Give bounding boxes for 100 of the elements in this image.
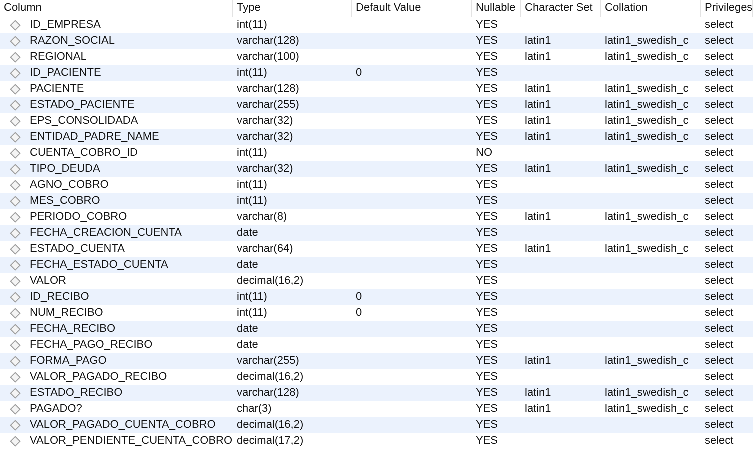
table-cell: int(11) [237, 306, 268, 319]
column-name: VALOR_PAGADO_RECIBO [30, 370, 168, 385]
table-cell: select [705, 98, 734, 111]
table-cell: 0 [356, 290, 362, 303]
table-cell: latin1_swedish_c [605, 354, 689, 367]
column-diamond-icon [10, 68, 21, 78]
table-cell: latin1 [525, 162, 552, 175]
table-cell: varchar(100) [237, 50, 300, 63]
column-name: PACIENTE [30, 82, 84, 97]
column-name: EPS_CONSOLIDADA [30, 114, 138, 129]
table-cell: select [705, 66, 734, 79]
table-cell: int(11) [237, 290, 268, 303]
table-cell: latin1 [525, 386, 552, 399]
column-diamond-icon [10, 116, 21, 126]
column-name: NUM_RECIBO [30, 306, 104, 321]
column-header[interactable]: Collation [605, 0, 648, 17]
table-cell: select [705, 290, 734, 303]
column-diamond-icon [10, 308, 21, 318]
column-name: ESTADO_RECIBO [30, 386, 123, 401]
column-diamond-icon [10, 388, 21, 398]
column-name: TIPO_DEUDA [30, 162, 100, 177]
column-header[interactable]: Default Value [356, 0, 422, 17]
table-cell: latin1 [525, 354, 552, 367]
column-diamond-icon [10, 372, 21, 382]
table-cell: latin1_swedish_c [605, 162, 689, 175]
table-cell: date [237, 322, 258, 335]
table-cell: latin1_swedish_c [605, 50, 689, 63]
column-diamond-icon [10, 436, 21, 446]
table-cell: select [705, 354, 734, 367]
column-header[interactable]: Nullable [476, 0, 516, 17]
table-cell: select [705, 114, 734, 127]
table-cell: select [705, 162, 734, 175]
table-cell: YES [476, 226, 498, 239]
table-cell: select [705, 18, 734, 31]
column-diamond-icon [10, 84, 21, 94]
table-cell: YES [476, 290, 498, 303]
column-name: ESTADO_CUENTA [30, 242, 125, 257]
table-cell: select [705, 402, 734, 415]
column-header[interactable]: Character Set [525, 0, 593, 17]
column-name: CUENTA_COBRO_ID [30, 146, 138, 161]
column-diamond-icon [10, 340, 21, 350]
table-cell: YES [476, 98, 498, 111]
table-cell: select [705, 50, 734, 63]
table-cell: NO [476, 146, 492, 159]
column-name: FECHA_PAGO_RECIBO [30, 338, 153, 353]
column-name: ID_EMPRESA [30, 18, 101, 33]
column-name: FECHA_ESTADO_CUENTA [30, 258, 168, 273]
table-cell: varchar(128) [237, 34, 300, 47]
table-cell: int(11) [237, 146, 268, 159]
table-cell: select [705, 146, 734, 159]
table-cell: latin1 [525, 114, 552, 127]
table-cell: select [705, 130, 734, 143]
column-name: ID_RECIBO [30, 290, 90, 305]
table-cell: latin1_swedish_c [605, 386, 689, 399]
table-cell: select [705, 82, 734, 95]
table-cell: YES [476, 194, 498, 207]
column-header[interactable]: Column [4, 0, 42, 17]
column-diamond-icon [10, 180, 21, 190]
table-cell: 0 [356, 306, 362, 319]
table-cell: decimal(16,2) [237, 274, 304, 287]
table-cell: varchar(255) [237, 98, 300, 111]
table-cell: select [705, 258, 734, 271]
column-name: RAZON_SOCIAL [30, 34, 115, 49]
table-cell: varchar(128) [237, 82, 300, 95]
column-name: VALOR_PENDIENTE_CUENTA_COBRO [30, 434, 233, 449]
column-header[interactable]: Privileges [705, 0, 752, 17]
column-name: ESTADO_PACIENTE [30, 98, 135, 113]
table-cell: date [237, 338, 258, 351]
table-cell: YES [476, 322, 498, 335]
table-cell: YES [476, 338, 498, 351]
column-diamond-icon [10, 276, 21, 286]
column-diamond-icon [10, 164, 21, 174]
table-cell: YES [476, 274, 498, 287]
table-cell: latin1_swedish_c [605, 98, 689, 111]
table-cell: latin1 [525, 34, 552, 47]
table-cell: YES [476, 34, 498, 47]
column-name: AGNO_COBRO [30, 178, 109, 193]
table-cell: select [705, 194, 734, 207]
table-cell: latin1_swedish_c [605, 210, 689, 223]
table-cell: YES [476, 18, 498, 31]
column-name: PERIODO_COBRO [30, 210, 128, 225]
table-cell: YES [476, 50, 498, 63]
table-cell: YES [476, 114, 498, 127]
table-cell: int(11) [237, 66, 268, 79]
table-cell: 0 [356, 66, 362, 79]
table-cell: varchar(255) [237, 354, 300, 367]
table-cell: latin1_swedish_c [605, 34, 689, 47]
table-cell: YES [476, 434, 498, 447]
table-cell: select [705, 418, 734, 431]
table-cell: varchar(32) [237, 114, 294, 127]
table-cell: YES [476, 162, 498, 175]
table-cell: select [705, 210, 734, 223]
column-diamond-icon [10, 420, 21, 430]
column-diamond-icon [10, 20, 21, 30]
table-cell: select [705, 434, 734, 447]
table-cell: latin1 [525, 402, 552, 415]
table-cell: YES [476, 354, 498, 367]
table-cell: varchar(32) [237, 130, 294, 143]
table-cell: date [237, 258, 258, 271]
column-header[interactable]: Type [237, 0, 261, 17]
